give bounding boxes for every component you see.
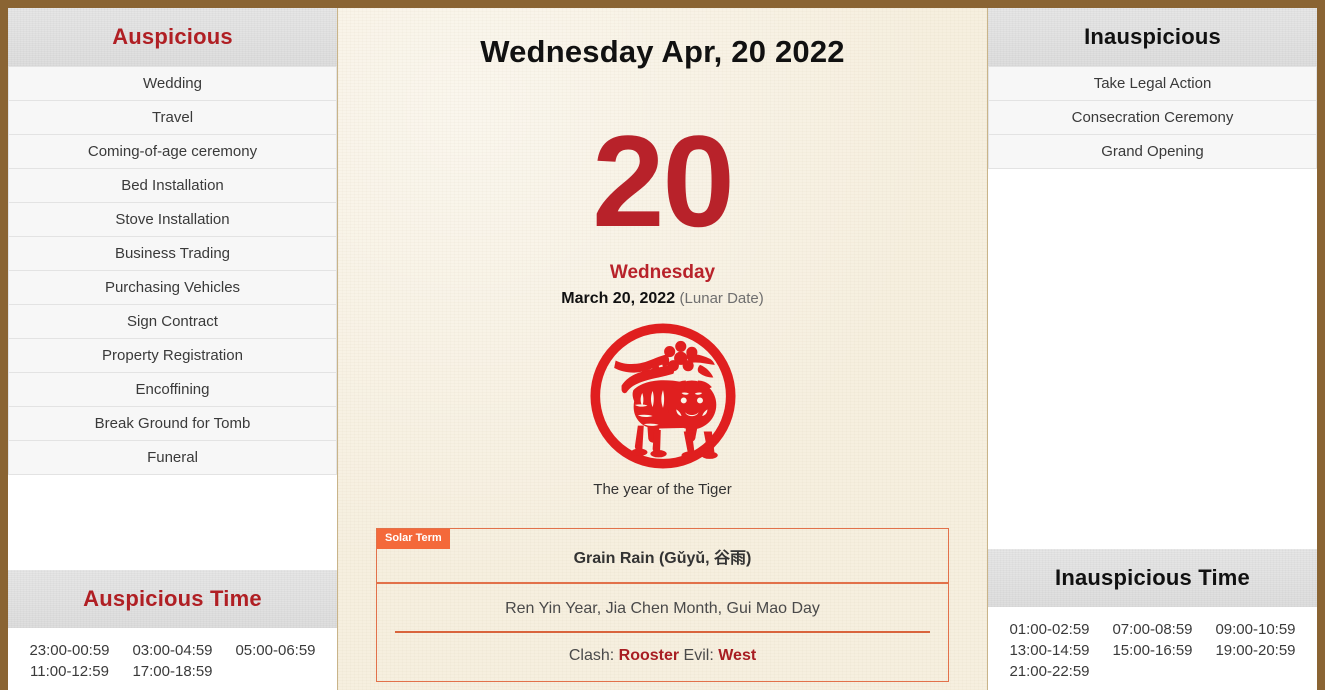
solar-term-badge: Solar Term [377, 529, 450, 549]
left-panel-spacer [8, 475, 337, 570]
auspicious-panel: Auspicious Wedding Travel Coming-of-age ce… [8, 8, 338, 690]
auspicious-list-item[interactable]: Property Registration [8, 339, 337, 373]
zodiac-caption: The year of the Tiger [593, 481, 732, 498]
auspicious-list-item[interactable]: Wedding [8, 66, 337, 101]
time-slot: 09:00-10:59 [1215, 621, 1296, 638]
time-slot: 13:00-14:59 [1009, 642, 1090, 659]
day-number: 20 [592, 108, 735, 254]
auspicious-list-item[interactable]: Purchasing Vehicles [8, 271, 337, 305]
clash-value: Rooster [618, 647, 680, 664]
time-slot: 01:00-02:59 [1009, 621, 1090, 638]
time-slot: 17:00-18:59 [132, 663, 213, 680]
auspicious-list-item[interactable]: Funeral [8, 441, 337, 475]
time-slot: 19:00-20:59 [1215, 642, 1296, 659]
auspicious-list-item[interactable]: Travel [8, 101, 337, 135]
time-slot: 05:00-06:59 [235, 642, 316, 659]
evil-value: West [718, 647, 757, 664]
inauspicious-header: Inauspicious [988, 8, 1317, 66]
auspicious-list-item[interactable]: Coming-of-age ceremony [8, 135, 337, 169]
auspicious-time-grid: 23:00-00:59 03:00-04:59 05:00-06:59 11:00-1… [8, 628, 337, 690]
auspicious-header: Auspicious [8, 8, 337, 66]
clash-label: Clash: [568, 647, 615, 664]
inauspicious-list-item[interactable]: Consecration Ceremony [988, 101, 1317, 135]
solar-term-bottom: Ren Yin Year, Jia Chen Month, Gui Mao Da… [377, 584, 948, 665]
page-title: Wednesday Apr, 20 2022 [480, 34, 845, 69]
calendar-app: Auspicious Wedding Travel Coming-of-age ce… [0, 0, 1325, 690]
auspicious-list-item[interactable]: Sign Contract [8, 305, 337, 339]
lunar-date-note: (Lunar Date) [679, 290, 764, 307]
inauspicious-list: Take Legal Action Consecration Ceremony Gr… [988, 66, 1317, 169]
inauspicious-list-item[interactable]: Take Legal Action [988, 66, 1317, 101]
auspicious-list-item[interactable]: Business Trading [8, 237, 337, 271]
ganzhi-line: Ren Yin Year, Jia Chen Month, Gui Mao Da… [395, 600, 930, 633]
lunar-date-line: March 20, 2022 (Lunar Date) [561, 290, 764, 308]
right-panel-spacer [988, 169, 1317, 549]
date-detail-panel: Wednesday Apr, 20 2022 20 Wednesday Marc… [338, 8, 987, 690]
auspicious-list-item[interactable]: Break Ground for Tomb [8, 407, 337, 441]
auspicious-list: Wedding Travel Coming-of-age ceremony Bed I… [8, 66, 337, 475]
auspicious-time-header: Auspicious Time [8, 570, 337, 628]
solar-term-box: Solar Term Grain Rain (Gǔyǔ, 谷雨) Ren Yin… [376, 528, 949, 682]
solar-term-top: Solar Term Grain Rain (Gǔyǔ, 谷雨) [377, 529, 948, 584]
auspicious-list-item[interactable]: Encoffining [8, 373, 337, 407]
time-slot: 23:00-00:59 [29, 642, 110, 659]
auspicious-list-item[interactable]: Stove Installation [8, 203, 337, 237]
clash-evil-line: Clash: Rooster Evil: West [377, 647, 948, 665]
evil-label: Evil: [683, 647, 714, 664]
inauspicious-time-header: Inauspicious Time [988, 549, 1317, 607]
time-slot: 03:00-04:59 [132, 642, 213, 659]
inauspicious-time-grid: 01:00-02:59 07:00-08:59 09:00-10:59 13:00-1… [988, 607, 1317, 690]
time-slot: 21:00-22:59 [1009, 663, 1090, 680]
zodiac-block: The year of the Tiger [589, 322, 737, 498]
solar-term-name: Grain Rain (Gǔyǔ, 谷雨) [573, 549, 752, 567]
tiger-papercut-icon [589, 322, 737, 475]
auspicious-list-item[interactable]: Bed Installation [8, 169, 337, 203]
weekday-label: Wednesday [609, 262, 716, 283]
time-slot: 07:00-08:59 [1112, 621, 1193, 638]
inauspicious-list-item[interactable]: Grand Opening [988, 135, 1317, 169]
time-slot: 15:00-16:59 [1112, 642, 1193, 659]
inauspicious-panel: Inauspicious Take Legal Action Consecrati… [987, 8, 1317, 690]
lunar-date-value: March 20, 2022 [561, 290, 676, 307]
time-slot: 11:00-12:59 [30, 663, 109, 680]
